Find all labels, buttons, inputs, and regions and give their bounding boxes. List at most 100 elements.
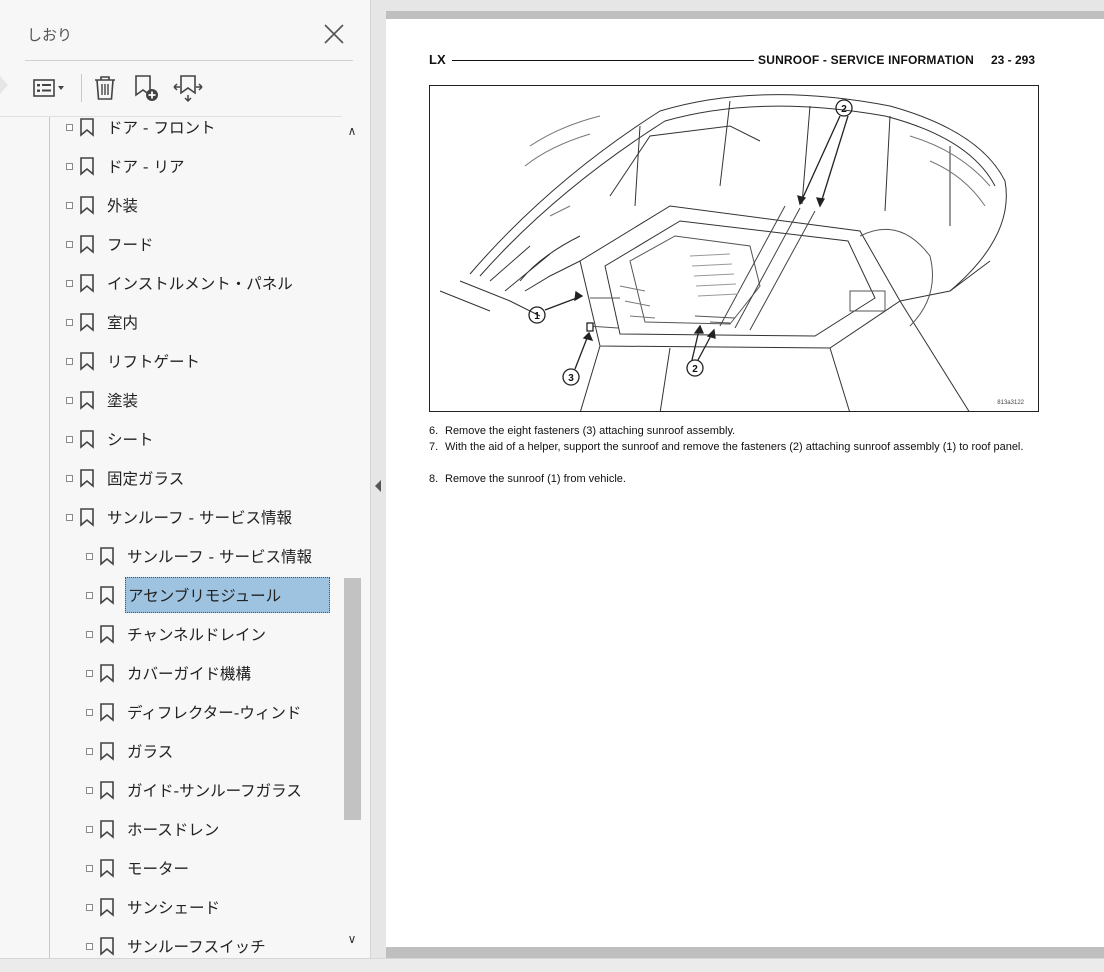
page-gap (386, 947, 1104, 958)
list-options-icon (33, 79, 64, 97)
expand-toggle[interactable] (82, 669, 96, 677)
scroll-up-arrow[interactable]: ∧ (342, 124, 362, 142)
collapse-panel-icon[interactable] (373, 478, 383, 494)
bookmark-label: ディフレクター-ウィンド (127, 704, 302, 722)
bookmark-icon (80, 118, 94, 137)
expand-toggle[interactable] (62, 240, 76, 248)
expander-box-icon (85, 591, 93, 599)
bookmark-label: 固定ガラス (107, 470, 185, 488)
expand-bookmark-icon (173, 75, 203, 103)
expand-toggle[interactable] (82, 825, 96, 833)
bookmark-item[interactable]: ガイド-サンルーフガラス (82, 772, 304, 808)
expand-toggle[interactable] (62, 435, 76, 443)
document-page: LX SUNROOF - SERVICE INFORMATION 23 - 29… (386, 11, 1104, 958)
scroll-down-arrow[interactable]: ∨ (342, 932, 362, 950)
expand-toggle[interactable] (82, 903, 96, 911)
bookmark-icon (100, 898, 114, 917)
bookmark-icon (100, 859, 114, 878)
expander-box-icon (65, 396, 73, 404)
bookmark-icon (100, 547, 114, 566)
bookmark-item[interactable]: アセンブリモジュール (82, 577, 331, 613)
bookmark-label: サンルーフスイッチ (127, 938, 266, 956)
expand-toggle[interactable] (82, 552, 96, 560)
expander-box-icon (85, 942, 93, 950)
expand-toggle[interactable] (82, 864, 96, 872)
bookmark-label: シート (107, 431, 154, 449)
step-number: 6. (429, 425, 439, 437)
bookmark-item[interactable]: 固定ガラス (62, 460, 186, 496)
bookmark-item[interactable]: ドア - リア (62, 148, 186, 184)
bookmark-label: アセンブリモジュール (125, 577, 331, 613)
expand-toggle[interactable] (62, 357, 76, 365)
expander-box-icon (65, 240, 73, 248)
scroll-thumb[interactable] (344, 578, 361, 820)
bookmark-tree: ドア - フロントドア - リア 外装フードインストルメント・パネル室内リフトゲー… (0, 116, 342, 959)
step-text: With the aid of a helper, support the su… (445, 441, 1024, 453)
bookmark-item[interactable]: シート (62, 421, 156, 457)
trash-icon (95, 76, 115, 100)
expand-toggle[interactable] (62, 123, 76, 131)
status-strip (0, 958, 1104, 972)
expand-toggle[interactable] (82, 786, 96, 794)
expand-toggle[interactable] (62, 201, 76, 209)
bookmark-label: 外装 (107, 197, 139, 215)
callout-3: 3 (568, 373, 574, 384)
bookmark-icon (100, 937, 114, 956)
bookmark-item[interactable]: サンルーフ - サービス情報 (82, 538, 314, 574)
bookmark-item[interactable]: ドア - フロント (62, 117, 217, 145)
panel-pointer (0, 76, 8, 94)
bookmark-item[interactable]: 外装 (62, 187, 140, 223)
expander-box-icon (65, 474, 73, 482)
expand-toggle[interactable] (62, 513, 76, 521)
delete-bookmark-button[interactable] (89, 70, 121, 106)
sunroof-illustration: 1 2 2 3 (439, 94, 1007, 411)
bookmark-icon (80, 274, 94, 293)
expander-box-icon (85, 747, 93, 755)
bookmark-item[interactable]: サンシェード (82, 889, 222, 925)
bookmark-label: 室内 (107, 314, 139, 332)
bookmark-item[interactable]: ホースドレン (82, 811, 221, 847)
expand-toggle[interactable] (62, 474, 76, 482)
bookmark-item[interactable]: カバーガイド機構 (82, 655, 253, 691)
tree-scrollbar[interactable]: ∧ ∨ (342, 116, 362, 958)
bookmark-item[interactable]: ディフレクター-ウィンド (82, 694, 303, 730)
expand-toggle[interactable] (82, 630, 96, 638)
expander-box-icon (85, 825, 93, 833)
expander-box-icon (65, 357, 73, 365)
callout-2-top: 2 (841, 104, 847, 115)
expand-toggle[interactable] (62, 162, 76, 170)
expand-toggle[interactable] (62, 318, 76, 326)
expand-toggle[interactable] (82, 708, 96, 716)
bookmark-item[interactable]: サンルーフスイッチ (82, 928, 268, 959)
expander-box-icon (65, 435, 73, 443)
bookmark-label: フード (107, 236, 154, 254)
expand-toggle[interactable] (62, 396, 76, 404)
header-rule (452, 60, 754, 61)
close-icon[interactable] (322, 22, 346, 46)
bookmark-item[interactable]: ガラス (82, 733, 175, 769)
expand-bookmark-button[interactable] (171, 70, 205, 106)
bookmark-label: ドア - リア (107, 158, 185, 176)
bookmark-item[interactable]: サンルーフ - サービス情報 (62, 499, 294, 535)
expand-toggle[interactable] (82, 591, 96, 599)
bookmark-item[interactable]: 塗装 (62, 382, 140, 418)
bookmark-item[interactable]: リフトゲート (62, 343, 202, 379)
bookmark-item[interactable]: チャンネルドレイン (82, 616, 268, 652)
bookmark-item[interactable]: モーター (82, 850, 191, 886)
bookmark-icon (100, 781, 114, 800)
tree-guide-line (49, 117, 50, 959)
expand-toggle[interactable] (82, 942, 96, 950)
step-number: 7. (429, 441, 439, 453)
expand-toggle[interactable] (82, 747, 96, 755)
expand-toggle[interactable] (62, 279, 76, 287)
bookmark-item[interactable]: インストルメント・パネル (62, 265, 295, 301)
bookmark-item[interactable]: 室内 (62, 304, 140, 340)
bookmark-icon (80, 430, 94, 449)
new-bookmark-button[interactable] (129, 70, 163, 106)
options-menu-button[interactable] (27, 70, 71, 106)
divider (25, 60, 353, 61)
expander-box-icon (85, 864, 93, 872)
expander-box-icon (65, 123, 73, 131)
callout-1: 1 (534, 311, 540, 322)
bookmark-item[interactable]: フード (62, 226, 156, 262)
